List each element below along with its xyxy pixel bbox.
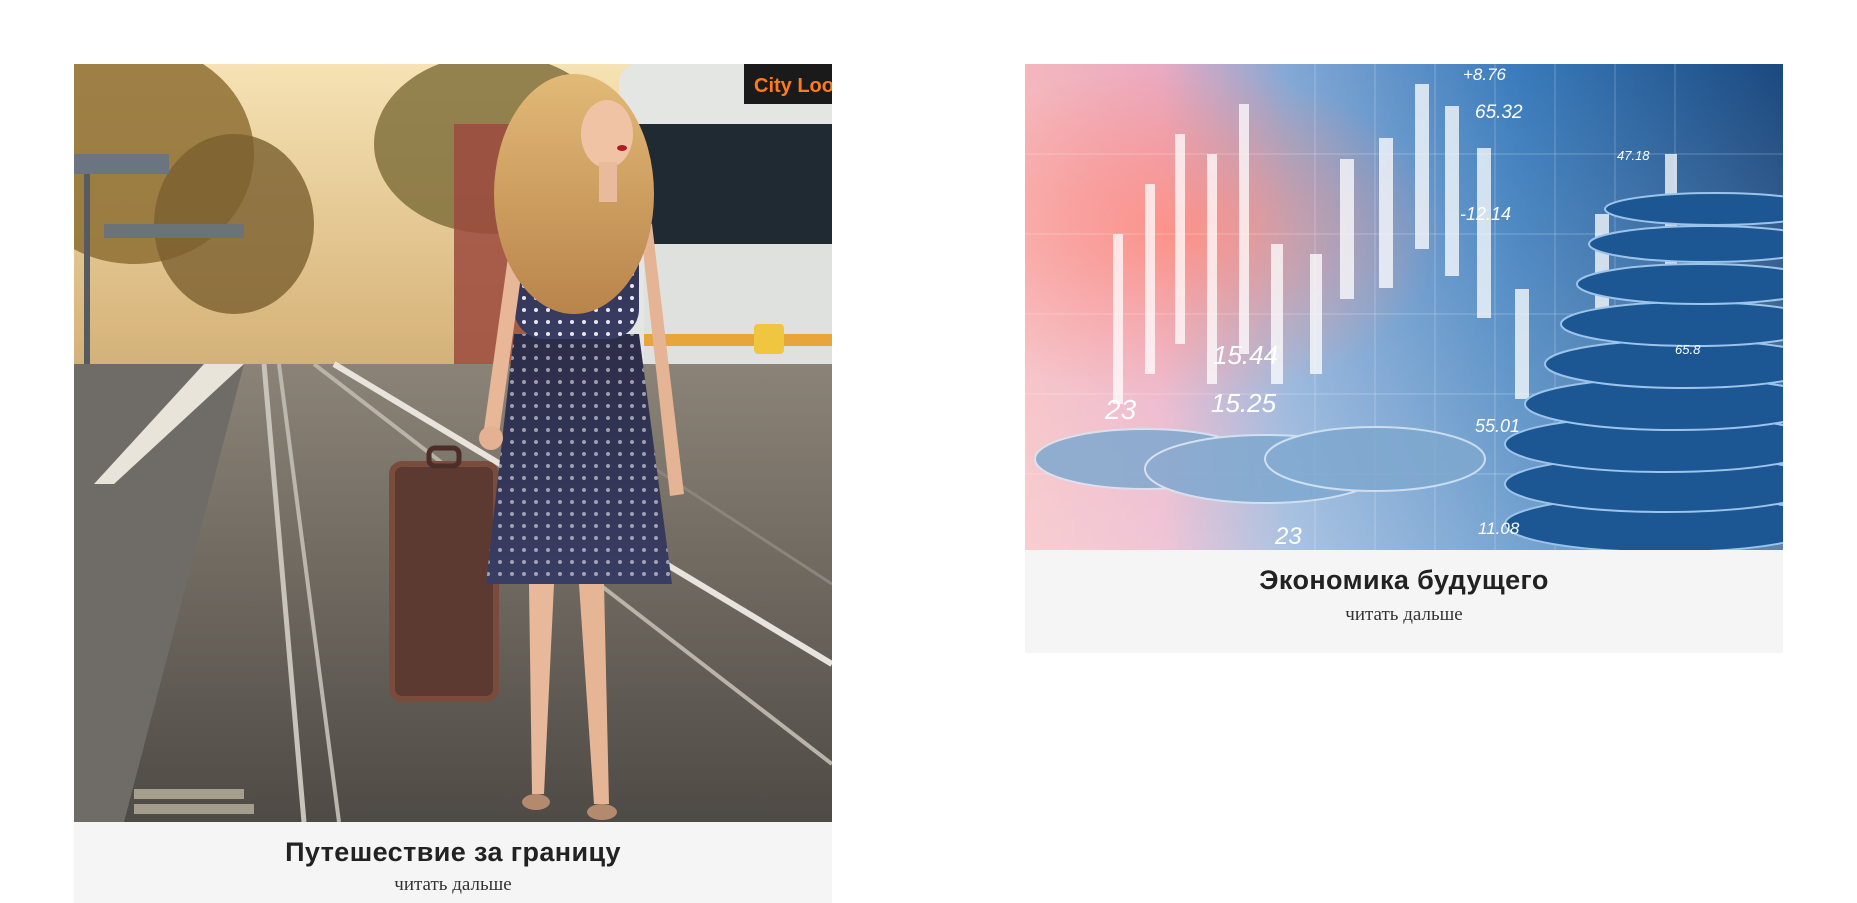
article-card-travel: City Loop	[74, 64, 832, 903]
article-card-economy: +8.76 65.32 47.18 -12.14 15.44 15.25 23 …	[1025, 64, 1783, 653]
chart-number: 15.25	[1211, 388, 1277, 418]
article-image-economy[interactable]: +8.76 65.32 47.18 -12.14 15.44 15.25 23 …	[1025, 64, 1783, 550]
economy-photo: +8.76 65.32 47.18 -12.14 15.44 15.25 23 …	[1025, 64, 1783, 550]
chart-number: 47.18	[1617, 148, 1650, 163]
article-title[interactable]: Путешествие за границу	[74, 836, 832, 868]
article-title[interactable]: Экономика будущего	[1025, 564, 1783, 596]
tram-display-text: City Loop	[754, 75, 832, 97]
chart-number: 15.44	[1213, 340, 1278, 370]
chart-number: 23	[1274, 523, 1302, 550]
chart-number: 65.32	[1475, 102, 1523, 123]
travel-photo: City Loop	[74, 64, 832, 822]
chart-number: -12.14	[1460, 204, 1511, 224]
chart-number: 55.01	[1475, 416, 1520, 436]
chart-number: 11.08	[1478, 519, 1520, 538]
chart-number: 65.8	[1675, 342, 1701, 357]
chart-number: +8.76	[1463, 65, 1507, 84]
read-more-link[interactable]: читать дальше	[74, 874, 832, 897]
article-image-travel[interactable]: City Loop	[74, 64, 832, 822]
read-more-link[interactable]: читать дальше	[1025, 604, 1783, 627]
chart-number: 23	[1104, 394, 1137, 425]
